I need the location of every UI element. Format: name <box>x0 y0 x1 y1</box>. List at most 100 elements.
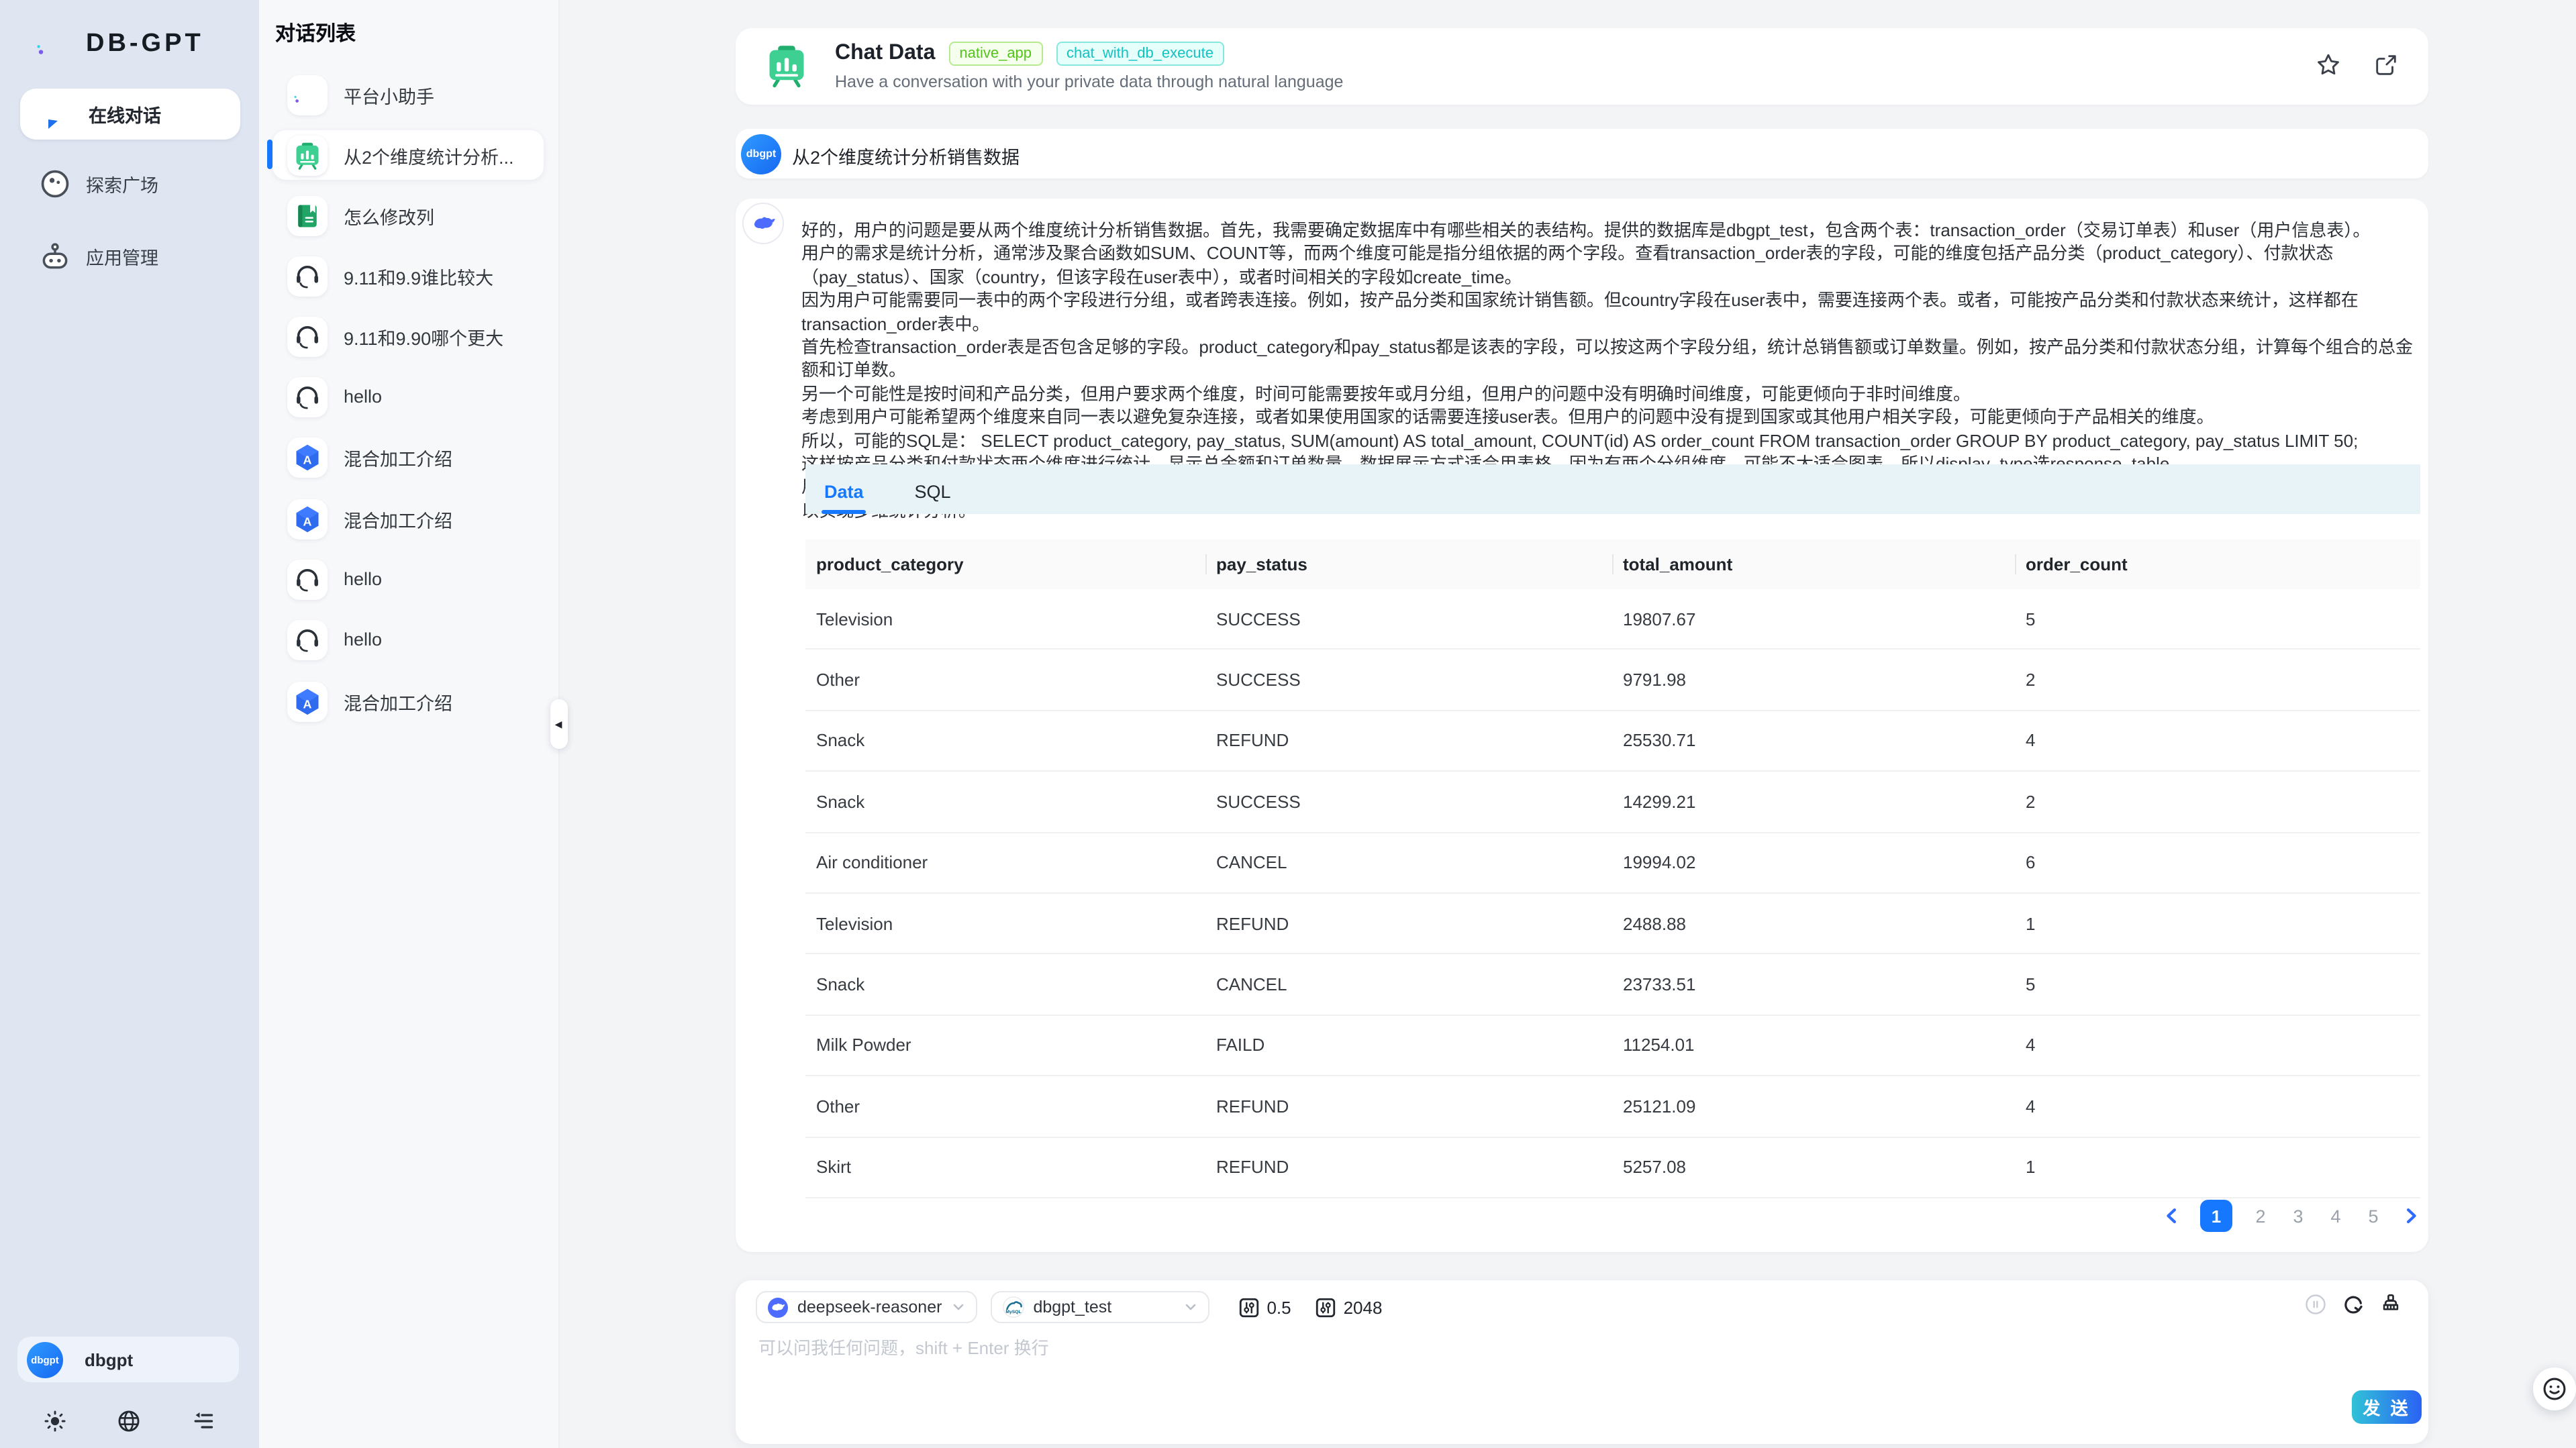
conversation-item[interactable]: 平台小助手 <box>273 70 544 119</box>
conversation-label: 混合加工介绍 <box>344 688 452 715</box>
brand-logo[interactable]: DB-GPT <box>35 24 204 64</box>
table-row: SkirtREFUND5257.081 <box>805 1137 2420 1198</box>
clear-history-button[interactable] <box>2380 1294 2401 1315</box>
cell: 1 <box>2015 893 2420 954</box>
column-header[interactable]: pay_status <box>1205 539 1612 589</box>
conversation-item[interactable]: 混合加工介绍 <box>273 676 544 726</box>
result-table: product_category pay_status total_amount… <box>805 539 2420 1198</box>
selected-indicator <box>267 140 273 169</box>
pagination-page-active[interactable]: 1 <box>2200 1200 2232 1232</box>
temperature-value: 0.5 <box>1267 1297 1291 1317</box>
max-tokens-control[interactable]: 2048 <box>1316 1297 1383 1317</box>
hexagon-a-icon <box>287 437 328 477</box>
conversation-item[interactable]: 混合加工介绍 <box>273 432 544 482</box>
conversation-label: hello <box>344 629 382 650</box>
favorite-button[interactable] <box>2316 52 2341 78</box>
sidebar-item-online-chat[interactable]: 在线对话 <box>20 89 240 140</box>
model-name: deepseek-reasoner <box>797 1298 942 1316</box>
column-header[interactable]: total_amount <box>1612 539 2015 589</box>
conversation-label: 平台小助手 <box>344 81 434 108</box>
user-message-row: dbgpt 从2个维度统计分析销售数据 <box>736 129 2428 178</box>
conversation-item-selected[interactable]: 从2个维度统计分析... <box>273 130 544 180</box>
headset-icon <box>287 559 328 599</box>
column-header[interactable]: product_category <box>805 539 1205 589</box>
cell: FAILD <box>1205 1015 1612 1076</box>
database-selector[interactable]: dbgpt_test <box>990 1291 1209 1323</box>
table-row: Air conditionerCANCEL19994.026 <box>805 832 2420 893</box>
column-header[interactable]: order_count <box>2015 539 2420 589</box>
cell: 25530.71 <box>1612 711 2015 772</box>
panel-collapse-handle[interactable]: ◀ <box>550 699 568 749</box>
conversation-item[interactable]: 怎么修改列 <box>273 191 544 240</box>
send-button[interactable]: 发 送 <box>2352 1390 2422 1424</box>
cell: Other <box>805 650 1205 711</box>
table-header-row: product_category pay_status total_amount… <box>805 539 2420 589</box>
tab-data[interactable]: Data <box>824 482 864 514</box>
collapse-sidebar-button[interactable] <box>191 1409 215 1433</box>
cell: 23733.51 <box>1612 954 2015 1015</box>
cell: 5 <box>2015 589 2420 650</box>
cell: REFUND <box>1205 893 1612 954</box>
language-button[interactable] <box>117 1409 141 1433</box>
pagination-next-button[interactable] <box>2401 1206 2420 1225</box>
reasoning-paragraph: 考虑到用户可能希望两个维度来自同一表以避免复杂连接，或者如果使用国家的话需要连接… <box>801 406 2416 429</box>
planet-logo-icon <box>35 24 75 64</box>
conversation-item[interactable]: hello <box>273 372 544 421</box>
cell: 25121.09 <box>1612 1076 2015 1137</box>
conversation-label: 9.11和9.90哪个更大 <box>344 323 503 350</box>
compass-icon <box>39 168 71 200</box>
sliders-icon <box>1316 1297 1336 1317</box>
database-name: dbgpt_test <box>1033 1298 1111 1316</box>
cell: Other <box>805 1076 1205 1137</box>
user-profile-chip[interactable]: dbgpt dbgpt <box>17 1337 239 1382</box>
share-button[interactable] <box>2373 52 2399 78</box>
headset-icon <box>287 619 328 660</box>
conversation-item[interactable]: 9.11和9.90哪个更大 <box>273 311 544 361</box>
cell: Air conditioner <box>805 832 1205 893</box>
pagination-page[interactable]: 3 <box>2289 1206 2308 1226</box>
cell: 2 <box>2015 650 2420 711</box>
sidebar-item-label: 在线对话 <box>89 101 161 127</box>
pagination-prev-button[interactable] <box>2163 1206 2181 1225</box>
mysql-icon <box>1002 1296 1024 1318</box>
app-window: DB-GPT 在线对话 探索广场 应用管理 dbgpt dbgpt 对话 <box>0 0 2576 1448</box>
cell: 5 <box>2015 954 2420 1015</box>
pagination-page[interactable]: 5 <box>2364 1206 2383 1226</box>
conversation-item[interactable]: 混合加工介绍 <box>273 494 544 544</box>
app-header-card: Chat Data native_app chat_with_db_execut… <box>736 28 2428 105</box>
regenerate-button[interactable] <box>2342 1294 2364 1315</box>
reasoning-paragraph: 好的，用户的问题是要从两个维度统计分析销售数据。首先，我需要确定数据库中有哪些相… <box>801 219 2416 242</box>
cell: 2488.88 <box>1612 893 2015 954</box>
brand-name: DB-GPT <box>86 30 204 59</box>
badge-native-app: native_app <box>948 42 1042 66</box>
conversation-item[interactable]: hello <box>273 554 544 604</box>
pagination-page[interactable]: 4 <box>2326 1206 2345 1226</box>
pagination-page[interactable]: 2 <box>2251 1206 2270 1226</box>
pagination: 1 2 3 4 5 <box>805 1196 2420 1236</box>
model-selector[interactable]: deepseek-reasoner <box>756 1291 977 1323</box>
cell: REFUND <box>1205 1076 1612 1137</box>
pause-button[interactable] <box>2305 1294 2326 1315</box>
table-row: SnackREFUND25530.714 <box>805 711 2420 772</box>
conversation-item[interactable]: 9.11和9.9谁比较大 <box>273 251 544 301</box>
theme-toggle-button[interactable] <box>43 1409 67 1433</box>
table-row: SnackCANCEL23733.515 <box>805 954 2420 1015</box>
conversation-item[interactable]: hello <box>273 615 544 664</box>
chevron-right-icon <box>2401 1206 2420 1225</box>
cell: 4 <box>2015 1015 2420 1076</box>
sidebar-item-explore[interactable]: 探索广场 <box>20 160 240 208</box>
left-sidebar: DB-GPT 在线对话 探索广场 应用管理 dbgpt dbgpt <box>0 0 259 1448</box>
hexagon-a-icon <box>287 681 328 721</box>
temperature-control[interactable]: 0.5 <box>1238 1297 1291 1317</box>
table-row: Milk PowderFAILD11254.014 <box>805 1015 2420 1076</box>
tab-sql[interactable]: SQL <box>915 482 951 514</box>
table-row: TelevisionREFUND2488.881 <box>805 893 2420 954</box>
composer-card: deepseek-reasoner dbgpt_test 0.5 2048 <box>736 1280 2428 1444</box>
cell: 2 <box>2015 771 2420 832</box>
sidebar-item-app-management[interactable]: 应用管理 <box>20 232 240 280</box>
cell: Television <box>805 589 1205 650</box>
user-message-avatar: dbgpt <box>741 134 781 174</box>
feedback-fab[interactable] <box>2533 1367 2576 1410</box>
message-input[interactable] <box>756 1331 2291 1393</box>
reasoning-paragraph: 因为用户可能需要同一表中的两个字段进行分组，或者跨表连接。例如，按产品分类和国家… <box>801 289 2416 335</box>
